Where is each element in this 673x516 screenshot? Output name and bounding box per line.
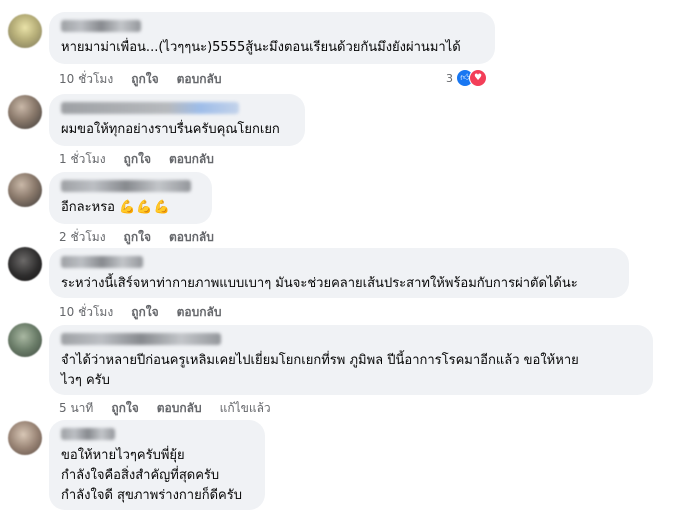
reply-button[interactable]: ตอบกลับ — [169, 150, 214, 169]
like-button[interactable]: ถูกใจ — [124, 150, 151, 169]
avatar[interactable] — [8, 173, 42, 207]
comment-actions: 10 ชั่วโมง ถูกใจ ตอบกลับ — [59, 70, 221, 89]
comment-bubble: ผมขอให้ทุกอย่างราบรื่นครับคุณโยกเยก — [49, 94, 305, 146]
like-button[interactable]: ถูกใจ — [131, 303, 158, 322]
comment-text: ระหว่างนี้เสิร์จหาท่ากายภาพแบบเบาๆ มันจะ… — [61, 276, 578, 291]
comment-actions: 1 ชั่วโมง ถูกใจ ตอบกลับ — [59, 150, 214, 169]
comment-text-line-2: กำลังใจคือสิ่งสำคัญที่สุดครับ — [61, 468, 220, 483]
author-name[interactable] — [61, 256, 143, 268]
author-name[interactable] — [61, 428, 115, 440]
comment-actions: 10 ชั่วโมง ถูกใจ ตอบกลับ — [59, 303, 221, 322]
reply-button[interactable]: ตอบกลับ — [177, 303, 222, 322]
avatar[interactable] — [8, 323, 42, 357]
comment-bubble: ขอให้หายไวๆครับพี่ยุ้ย กำลังใจคือสิ่งสำค… — [49, 420, 265, 510]
reply-button[interactable]: ตอบกลับ — [177, 70, 222, 89]
author-name[interactable] — [61, 180, 191, 192]
comment-actions: 2 ชั่วโมง ถูกใจ ตอบกลับ — [59, 228, 214, 247]
comment-bubble: อีกละหรอ 💪💪💪 — [49, 172, 212, 224]
author-name[interactable] — [61, 20, 141, 32]
flexed-biceps-icon: 💪💪💪 — [119, 200, 171, 215]
reaction-count: 3 — [446, 71, 453, 85]
comment-bubble: หายมาม่าเพื่อน...(ไวๆๆนะ)5555สู้นะมึงตอน… — [49, 12, 495, 64]
timestamp[interactable]: 5 นาที — [59, 399, 93, 418]
author-name[interactable] — [61, 333, 221, 345]
author-name[interactable] — [61, 102, 239, 114]
reaction-summary[interactable]: 3 👍︎ ♥ — [446, 69, 487, 87]
avatar[interactable] — [8, 14, 42, 48]
comment-bubble: จำได้ว่าหลายปีก่อนครูเหลิมเคยไปเยี่ยมโยก… — [49, 325, 653, 395]
avatar[interactable] — [8, 247, 42, 281]
comment-text-line-1: ขอให้หายไวๆครับพี่ยุ้ย — [61, 448, 185, 463]
comment-text: หายมาม่าเพื่อน...(ไวๆๆนะ)5555สู้นะมึงตอน… — [61, 40, 461, 55]
timestamp[interactable]: 2 ชั่วโมง — [59, 228, 106, 247]
comment-actions: 5 นาที ถูกใจ ตอบกลับ แก้ไขแล้ว — [59, 399, 271, 418]
timestamp[interactable]: 1 ชั่วโมง — [59, 150, 106, 169]
comment-text: ผมขอให้ทุกอย่างราบรื่นครับคุณโยกเยก — [61, 122, 280, 137]
like-button[interactable]: ถูกใจ — [124, 228, 151, 247]
avatar[interactable] — [8, 95, 42, 129]
comment-text-line-1: จำได้ว่าหลายปีก่อนครูเหลิมเคยไปเยี่ยมโยก… — [61, 353, 579, 368]
like-button[interactable]: ถูกใจ — [131, 70, 158, 89]
comment-text: อีกละหรอ 💪💪💪 — [61, 200, 171, 215]
timestamp[interactable]: 10 ชั่วโมง — [59, 70, 113, 89]
like-button[interactable]: ถูกใจ — [111, 399, 138, 418]
avatar[interactable] — [8, 421, 42, 455]
timestamp[interactable]: 10 ชั่วโมง — [59, 303, 113, 322]
reply-button[interactable]: ตอบกลับ — [157, 399, 202, 418]
heart-icon: ♥ — [469, 69, 487, 87]
comment-text-line-2: ไวๆ ครับ — [61, 373, 110, 388]
comment-bubble: ระหว่างนี้เสิร์จหาท่ากายภาพแบบเบาๆ มันจะ… — [49, 248, 629, 298]
reply-button[interactable]: ตอบกลับ — [169, 228, 214, 247]
edited-label[interactable]: แก้ไขแล้ว — [220, 399, 271, 418]
comment-text-line-3: กำลังใจดี สุขภาพร่างกายก็ดีครับ — [61, 488, 242, 503]
